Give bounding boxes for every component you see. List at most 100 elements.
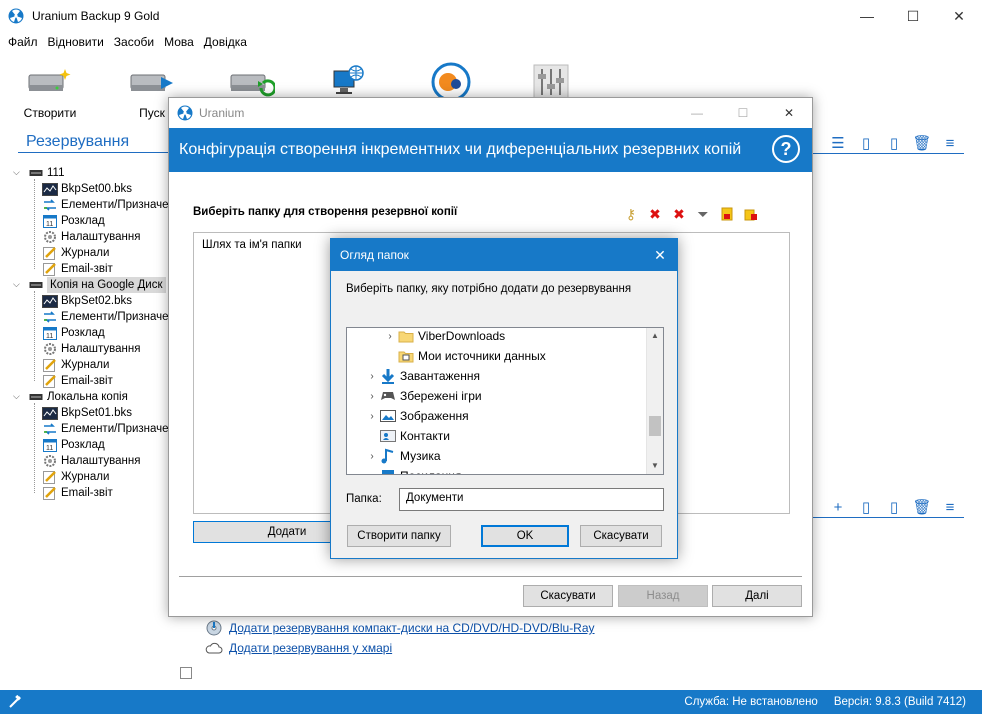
browse-titlebar: Огляд папок ✕ (331, 239, 677, 271)
wizard-back-button[interactable]: Назад (618, 585, 708, 607)
tree-child-node[interactable]: 11 Розклад (42, 213, 105, 229)
svg-text:11: 11 (46, 221, 53, 228)
chevron-right-icon[interactable]: › (383, 331, 397, 342)
tree-child-node[interactable]: Журнали (42, 245, 109, 261)
tree-child-node[interactable]: Журнали (42, 357, 109, 373)
browse-cancel-button[interactable]: Скасувати (580, 525, 662, 547)
folder-tree-item[interactable]: Контакти (365, 426, 450, 446)
create-backup-button[interactable]: Створити (15, 62, 85, 120)
wizard-cancel-button[interactable]: Скасувати (523, 585, 613, 607)
wizard-close-button[interactable]: ✕ (766, 98, 812, 128)
wizard-next-button[interactable]: Далі (712, 585, 802, 607)
items-icon (42, 422, 58, 436)
settings-sliders-button[interactable] (516, 62, 586, 102)
folder-tree-item[interactable]: › Збережені ігри (365, 386, 481, 406)
maximize-button[interactable]: ☐ (890, 0, 936, 32)
folder-field[interactable]: Документи (399, 488, 664, 511)
folder-tree-item[interactable]: › ViberDownloads (383, 328, 505, 346)
bookmark-folder-icon[interactable] (743, 206, 759, 222)
menu-file[interactable]: Файл (8, 35, 38, 49)
folder-tree[interactable]: Посилання › Музика Контакти › Зображення › Збер… (346, 327, 664, 475)
tree-node-label: Email-звіт (61, 375, 113, 387)
delete-icon[interactable]: ✖ (647, 206, 663, 222)
wizard-separator (179, 576, 802, 577)
filter-icon[interactable]: ⏷ (695, 206, 711, 222)
help-icon[interactable]: ? (772, 135, 800, 163)
network-button[interactable] (313, 62, 383, 102)
tree-child-node[interactable]: BkpSet00.bks (42, 181, 132, 197)
document-icon[interactable]: ▯ (857, 498, 875, 516)
items-icon (42, 310, 58, 324)
chevron-right-icon[interactable]: › (365, 411, 379, 422)
bookmark-icon[interactable] (719, 206, 735, 222)
create-backup-icon (15, 62, 85, 102)
tree-child-node[interactable]: Елементи/Призначе (42, 421, 169, 437)
folder-tree-item[interactable]: Посилання (365, 466, 461, 474)
folder-tree-item[interactable]: › Завантаження (365, 366, 480, 386)
tree-child-node[interactable]: Налаштування (42, 341, 140, 357)
scroll-thumb[interactable] (649, 416, 661, 436)
document-icon[interactable]: ▯ (857, 134, 875, 152)
drive-icon (28, 166, 44, 180)
tree-child-node[interactable]: 11 Розклад (42, 325, 105, 341)
trash-icon[interactable]: 🗑 (912, 498, 931, 516)
key-icon[interactable]: ⚷ (623, 206, 639, 222)
ok-button[interactable]: OK (481, 525, 569, 547)
folder-tree-item[interactable]: › Зображення (365, 406, 468, 426)
minimize-button[interactable]: — (844, 0, 890, 32)
tree-node-label: BkpSet00.bks (61, 183, 132, 195)
scroll-up-icon[interactable]: ▲ (651, 331, 659, 340)
chevron-right-icon[interactable]: › (365, 391, 379, 402)
add-disc-backup-link[interactable]: Додати резервування компакт-диски на CD/… (205, 618, 595, 638)
chevron-right-icon[interactable]: › (365, 451, 379, 462)
wizard-titlebar: Uranium — ☐ ✕ (169, 98, 812, 128)
uranium-logo-button[interactable] (416, 62, 486, 102)
tree-child-node[interactable]: Журнали (42, 469, 109, 485)
scroll-down-icon[interactable]: ▼ (651, 461, 659, 470)
wizard-minimize-button[interactable]: — (674, 98, 720, 128)
folder-tree-item[interactable]: Мои источники данных (383, 346, 546, 366)
restore-button[interactable] (217, 62, 287, 102)
browse-close-button[interactable]: ✕ (643, 239, 677, 271)
expand-toggle-icon[interactable]: ⌵ (13, 279, 20, 290)
tree-child-node[interactable]: Налаштування (42, 229, 140, 245)
menu-icon[interactable]: ≡ (941, 134, 959, 152)
tree-backup-node[interactable]: Локальна копія (28, 389, 128, 405)
list-icon[interactable]: ☰ (829, 134, 847, 152)
tree-child-node[interactable]: Елементи/Призначе (42, 309, 169, 325)
items-icon (42, 198, 58, 212)
folder-tree-scrollbar[interactable]: ▲ ▼ (646, 328, 663, 474)
tree-node-label: Елементи/Призначе (61, 311, 169, 323)
satellite-icon (8, 695, 22, 709)
menu-restore[interactable]: Відновити (48, 35, 104, 49)
tree-child-node[interactable]: BkpSet01.bks (42, 405, 132, 421)
add-icon[interactable]: + (829, 498, 847, 516)
log-icon (42, 246, 58, 260)
expand-toggle-icon[interactable]: ⌵ (13, 391, 20, 402)
export-icon[interactable]: ▯ (885, 498, 903, 516)
tree-child-node[interactable]: Налаштування (42, 453, 140, 469)
folder-tree-item[interactable]: › Музика (365, 446, 441, 466)
trash-icon[interactable]: 🗑 (912, 134, 931, 152)
tree-child-node[interactable]: Елементи/Призначе (42, 197, 169, 213)
menu-icon[interactable]: ≡ (941, 498, 959, 516)
chevron-right-icon[interactable]: › (365, 371, 379, 382)
drive-icon (28, 390, 44, 404)
tree-child-node[interactable]: 11 Розклад (42, 437, 105, 453)
tree-child-node[interactable]: BkpSet02.bks (42, 293, 132, 309)
expand-toggle-icon[interactable]: ⌵ (13, 167, 20, 178)
menu-help[interactable]: Довідка (204, 35, 247, 49)
close-button[interactable]: ✕ (936, 0, 982, 32)
menu-language[interactable]: Мова (164, 35, 194, 49)
tree-child-node[interactable]: Email-звіт (42, 261, 113, 277)
tree-child-node[interactable]: Email-звіт (42, 485, 113, 501)
backup-set-icon (42, 294, 58, 308)
tree-child-node[interactable]: Email-звіт (42, 373, 113, 389)
create-folder-button[interactable]: Створити папку (347, 525, 451, 547)
menu-tools[interactable]: Засоби (114, 35, 154, 49)
new-document-icon[interactable]: ▯ (885, 134, 903, 152)
add-cloud-backup-link[interactable]: Додати резервування у хмарі (205, 638, 595, 658)
wizard-maximize-button[interactable]: ☐ (720, 98, 766, 128)
tree-backup-node[interactable]: Копія на Google Диск (28, 277, 166, 293)
delete-all-icon[interactable]: ✖ (671, 206, 687, 222)
